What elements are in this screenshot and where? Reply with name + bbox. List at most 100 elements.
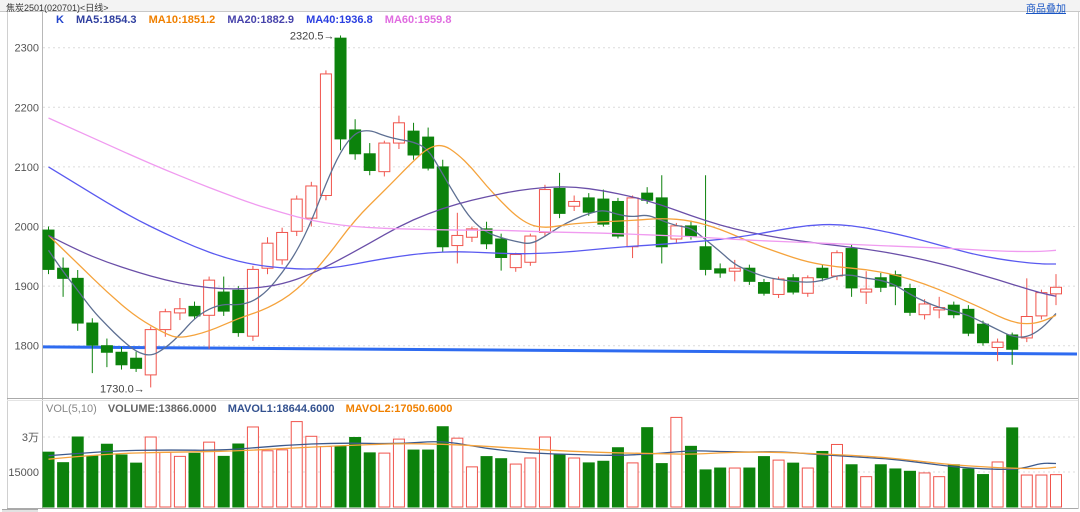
- candle-body: [976, 323, 989, 344]
- price-ma-legend: K MA5:1854.3 MA10:1851.2 MA20:1882.9 MA4…: [56, 14, 460, 26]
- volume-bar: [42, 451, 55, 508]
- candle-body: [188, 305, 201, 317]
- candle-body: [276, 231, 289, 261]
- legend-ma20: MA20:1882.9: [227, 14, 294, 26]
- volume-bar: [597, 460, 610, 508]
- candle-body: [305, 185, 318, 219]
- legend-ma10: MA10:1851.2: [148, 14, 216, 26]
- volume-bar: [889, 468, 902, 508]
- volume-bar: [962, 468, 975, 508]
- candle-body: [611, 200, 624, 237]
- candle-body: [816, 267, 829, 279]
- title-bar: 焦炭2501(020701)<日线> 商品叠加: [0, 0, 1080, 15]
- volume-bar: [684, 445, 697, 508]
- volume-bar: [757, 456, 770, 508]
- volume-bar: [86, 455, 99, 508]
- candle-body: [159, 311, 172, 331]
- volume-bar: [860, 476, 873, 508]
- candle-body: [378, 142, 391, 173]
- candle-body: [962, 308, 975, 334]
- price-annotation: 2320.5→: [290, 30, 335, 42]
- volume-legend: VOL(5,10) VOLUME:13866.0000 MAVOL1:18644…: [46, 403, 460, 415]
- volume-bar: [553, 454, 566, 508]
- price-axis-label: 1900: [15, 281, 39, 293]
- candle-body: [670, 225, 683, 240]
- volume-bar: [57, 462, 70, 508]
- contract-title: 焦炭2501(020701)<日线>: [6, 3, 109, 13]
- candle-body: [568, 200, 581, 207]
- volume-bar: [495, 458, 508, 508]
- volume-bar: [714, 467, 727, 508]
- volume-bar: [772, 459, 785, 508]
- candle-body: [319, 73, 332, 197]
- volume-bar: [524, 457, 537, 508]
- volume-bar: [407, 449, 420, 508]
- price-axis-label: 2200: [15, 102, 39, 114]
- commodity-overlay-link[interactable]: 商品叠加: [1026, 0, 1066, 15]
- price-axis-label: 1800: [15, 341, 39, 353]
- candle-body: [115, 351, 128, 366]
- candle-body: [86, 322, 99, 346]
- candle-body: [787, 277, 800, 293]
- volume-bar: [509, 463, 522, 508]
- legend-ma5: MA5:1854.3: [76, 14, 137, 26]
- volume-bar: [115, 454, 128, 508]
- volume-bar: [743, 467, 756, 508]
- candle-body: [991, 341, 1004, 348]
- kline-chart-canvas[interactable]: 2300 2200 2100 2000 1900 1800 3万 15000 2320.5→ 17…: [0, 0, 1080, 512]
- volume-bar: [655, 463, 668, 508]
- volume-bar: [334, 446, 347, 508]
- legend-mavol2: MAVOL2:17050.6000: [345, 403, 453, 415]
- kline-app-window: 2300 2200 2100 2000 1900 1800 3万 15000 2320.5→ 17…: [0, 0, 1080, 512]
- volume-bar: [903, 470, 916, 508]
- volume-bar: [436, 426, 449, 508]
- candle-body: [582, 197, 595, 213]
- candle-body: [451, 234, 464, 247]
- volume-bar: [641, 427, 654, 508]
- volume-bar: [71, 436, 84, 508]
- volume-bar: [933, 476, 946, 508]
- candle-body: [495, 238, 508, 258]
- volume-bar: [276, 449, 289, 508]
- volume-bar: [699, 469, 712, 508]
- volume-bar: [626, 462, 639, 508]
- candle-body: [757, 282, 770, 294]
- legend-volume-value: VOLUME:13866.0000: [107, 403, 217, 415]
- candle-body: [714, 268, 727, 274]
- price-axis-label: 2300: [15, 43, 39, 55]
- volume-bar: [582, 462, 595, 508]
- candle-body: [918, 303, 931, 316]
- volume-bar: [130, 462, 143, 508]
- candle-body: [217, 291, 230, 312]
- legend-ma60: MA60:1959.8: [384, 14, 452, 26]
- ma60-line: [48, 117, 1057, 253]
- volume-bar: [378, 452, 391, 508]
- legend-k: K: [56, 14, 64, 26]
- volume-bar: [976, 474, 989, 508]
- volume-bar: [159, 451, 172, 508]
- candle-body: [509, 254, 522, 269]
- candle-body: [860, 288, 873, 293]
- candle-body: [144, 329, 157, 376]
- ma5-line: [47, 130, 1057, 356]
- volume-bar: [451, 437, 464, 508]
- candle-body: [422, 136, 435, 169]
- volume-bar: [480, 456, 493, 508]
- candle-body: [363, 153, 376, 171]
- volume-bar: [1020, 474, 1033, 508]
- volume-bar: [261, 450, 274, 508]
- candle-body: [538, 189, 551, 233]
- candle-body: [553, 187, 566, 214]
- candle-body: [232, 289, 245, 334]
- price-annotation: 1730.0→: [100, 383, 145, 395]
- candle-body: [261, 242, 274, 269]
- candle-body: [772, 278, 785, 295]
- legend-mavol1: MAVOL1:18644.6000: [227, 403, 335, 415]
- candle-body: [728, 267, 741, 272]
- volume-bar: [728, 467, 741, 508]
- volume-bar: [1035, 474, 1048, 508]
- candle-body: [334, 37, 347, 140]
- candle-body: [173, 308, 186, 314]
- volume-bar: [188, 452, 201, 508]
- volume-bar: [947, 464, 960, 508]
